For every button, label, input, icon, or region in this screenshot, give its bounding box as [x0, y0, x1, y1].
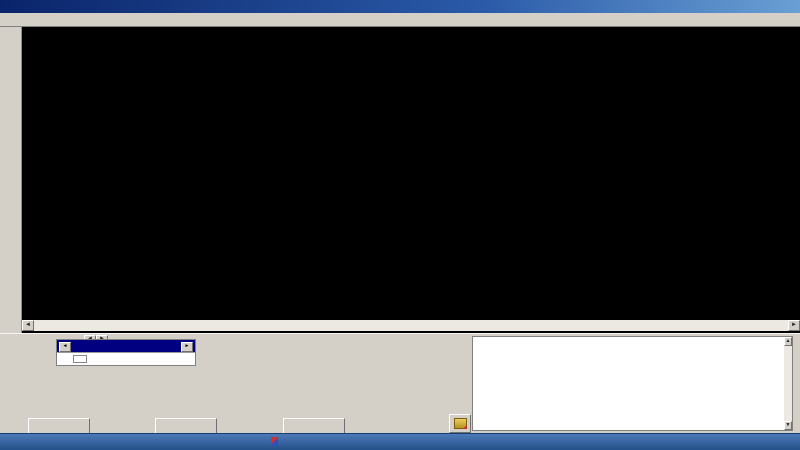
scroll-right-button[interactable]: ► [788, 320, 800, 331]
chart-area: ◄ ► [22, 27, 800, 333]
menu-bar [0, 13, 800, 27]
event-table: ▲ ▼ [472, 336, 793, 431]
bottom-panel: ◄ ► ◄ ► ▲ ▼ [0, 333, 800, 433]
scroll-left-button[interactable]: ◄ [22, 320, 34, 331]
date-calendar: ◄ ► [56, 339, 196, 366]
calendar-prev-button[interactable]: ◄ [59, 342, 71, 352]
export-data-button[interactable] [449, 414, 471, 433]
trend-charts[interactable] [22, 40, 800, 320]
today-box-icon [73, 355, 87, 363]
event-table-scrollbar[interactable]: ▲ ▼ [784, 337, 792, 430]
export-icon [454, 418, 467, 429]
scroll-down-button[interactable]: ▼ [784, 421, 792, 430]
title-bar [0, 0, 800, 13]
scroll-up-button[interactable]: ▲ [784, 337, 792, 346]
scroll-track[interactable] [34, 320, 788, 331]
taskbar [0, 433, 800, 450]
calendar-footer[interactable] [57, 353, 195, 365]
tray-icon[interactable] [271, 437, 278, 446]
calendar-next-button[interactable]: ► [181, 342, 193, 352]
app-window: ◄ ► ◄ ► ◄ ► [0, 0, 800, 450]
tool-sidebar [0, 27, 22, 333]
calendar-header: ◄ ► [57, 340, 195, 352]
chart-h-scrollbar[interactable]: ◄ ► [22, 320, 800, 331]
